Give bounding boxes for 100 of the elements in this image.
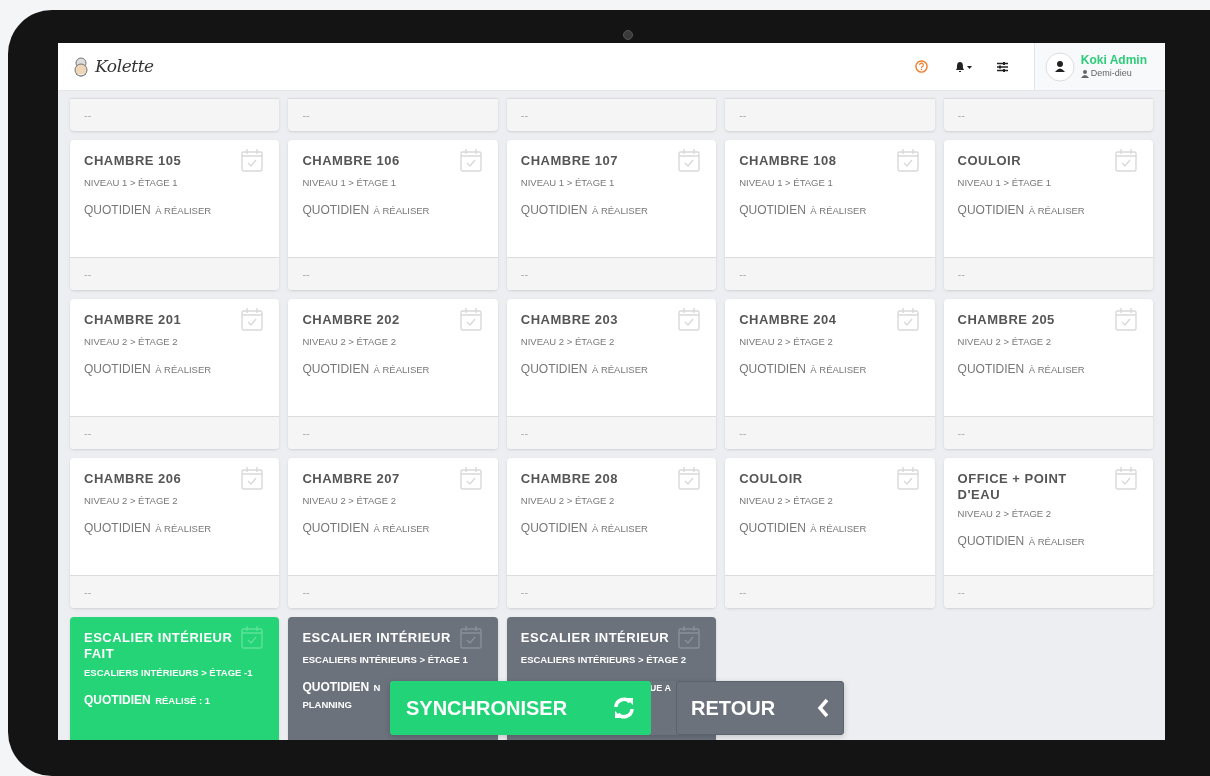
- card-location: NIVEAU 2 > ÉTAGE 2: [739, 336, 834, 348]
- card-status: QUOTIDIEN À RÉALISER: [957, 202, 1086, 218]
- card-title: CHAMBRE 207: [302, 471, 400, 487]
- room-card[interactable]: CHAMBRE 201 NIVEAU 2 > ÉTAGE 2 QUOTIDIEN À RÉALISER --: [70, 299, 280, 449]
- user-role: Demi-dieu: [1090, 68, 1132, 80]
- user-icon: [1080, 70, 1089, 78]
- card-title: CHAMBRE 108: [739, 153, 837, 169]
- calendar-check-icon: [459, 466, 482, 490]
- footer-text: --: [520, 107, 529, 123]
- card-location: NIVEAU 2 > ÉTAGE 2: [739, 495, 834, 507]
- calendar-check-icon: [896, 148, 919, 172]
- footer-text: --: [302, 425, 310, 441]
- card-status: QUOTIDIEN À RÉALISER: [302, 202, 431, 218]
- card-title: CHAMBRE 202: [302, 312, 400, 328]
- calendar-check-icon: [241, 625, 264, 649]
- bell-icon[interactable]: [954, 60, 973, 73]
- card-location: NIVEAU 1 > ÉTAGE 1: [739, 177, 834, 189]
- card-status: QUOTIDIEN À RÉALISER: [739, 361, 868, 377]
- chevron-left-icon: [817, 698, 829, 718]
- card-title: CHAMBRE 204: [739, 312, 837, 328]
- card-title: CHAMBRE 205: [957, 312, 1055, 328]
- settings-sliders-icon[interactable]: [996, 61, 1008, 72]
- footer-text: --: [84, 266, 92, 282]
- logo-text: Kolette: [95, 54, 154, 78]
- footer-text: --: [302, 584, 310, 600]
- footer-text: --: [302, 107, 310, 123]
- room-card[interactable]: CHAMBRE 208 NIVEAU 2 > ÉTAGE 2 QUOTIDIEN À RÉALISER --: [506, 458, 717, 608]
- calendar-check-icon: [1115, 148, 1137, 172]
- calendar-check-icon: [241, 307, 264, 331]
- calendar-check-icon: [459, 148, 482, 172]
- card-status: QUOTIDIEN À RÉALISER: [520, 202, 649, 218]
- footer-text: --: [520, 266, 529, 282]
- card-title: CHAMBRE 203: [520, 312, 619, 328]
- room-card[interactable]: CHAMBRE 202 NIVEAU 2 > ÉTAGE 2 QUOTIDIEN À RÉALISER --: [288, 299, 498, 449]
- card-location: NIVEAU 1 > ÉTAGE 1: [302, 177, 397, 189]
- calendar-check-icon: [896, 466, 919, 490]
- card-location: NIVEAU 2 > ÉTAGE 2: [84, 336, 179, 348]
- card-status: QUOTIDIEN À RÉALISER: [84, 361, 213, 377]
- calendar-check-icon: [1115, 307, 1137, 331]
- room-card[interactable]: CHAMBRE 105 NIVEAU 1 > ÉTAGE 1 QUOTIDIEN À RÉALISER --: [70, 140, 280, 290]
- card-status: QUOTIDIEN À RÉALISER: [84, 520, 213, 536]
- card-status: QUOTIDIEN À RÉALISER: [520, 520, 649, 536]
- card-title: COULOIR: [739, 471, 803, 487]
- card-location: NIVEAU 1 > ÉTAGE 1: [520, 177, 616, 189]
- card-title: CHAMBRE 201: [84, 312, 182, 328]
- room-card[interactable]: CHAMBRE 207 NIVEAU 2 > ÉTAGE 2 QUOTIDIEN À RÉALISER --: [288, 458, 498, 608]
- user-panel[interactable]: Koki Admin Demi-dieu: [1033, 43, 1165, 90]
- calendar-check-icon: [678, 307, 701, 331]
- calendar-check-icon: [241, 148, 264, 172]
- card-status: QUOTIDIEN À RÉALISER: [302, 361, 431, 377]
- calendar-check-icon: [459, 307, 482, 331]
- card-location: NIVEAU 1 > ÉTAGE 1: [957, 177, 1053, 189]
- user-name: Koki Admin: [1080, 53, 1147, 69]
- room-card[interactable]: CHAMBRE 205 NIVEAU 2 > ÉTAGE 2 QUOTIDIEN À RÉALISER --: [943, 299, 1153, 449]
- card-title: ESCALIER INTÉRIEUR FAIT: [84, 630, 234, 662]
- card-title: CHAMBRE 105: [84, 153, 182, 169]
- card-title: CHAMBRE 206: [84, 471, 182, 487]
- card-status: QUOTIDIEN À RÉALISER: [739, 202, 868, 218]
- calendar-check-icon: [459, 625, 482, 649]
- room-card[interactable]: CHAMBRE 203 NIVEAU 2 > ÉTAGE 2 QUOTIDIEN À RÉALISER --: [506, 299, 717, 449]
- help-icon[interactable]: [914, 60, 928, 73]
- card-status: QUOTIDIEN À RÉALISER: [957, 533, 1086, 549]
- card-location: NIVEAU 2 > ÉTAGE 2: [302, 336, 397, 348]
- calendar-check-icon: [678, 466, 701, 490]
- footer-text: --: [739, 107, 747, 123]
- card-location: ESCALIERS INTÉRIEURS > ÉTAGE -1: [84, 667, 254, 679]
- card-title: ESCALIER INTÉRIEUR: [302, 630, 451, 646]
- room-card[interactable]: CHAMBRE 204 NIVEAU 2 > ÉTAGE 2 QUOTIDIEN À RÉALISER --: [725, 299, 935, 449]
- card-location: NIVEAU 2 > ÉTAGE 2: [84, 495, 179, 507]
- card-title: ESCALIER INTÉRIEUR: [520, 630, 670, 646]
- card-location: NIVEAU 1 > ÉTAGE 1: [84, 177, 179, 189]
- card-location: NIVEAU 2 > ÉTAGE 2: [520, 336, 616, 348]
- avatar-icon: [1044, 51, 1075, 82]
- footer-text: --: [520, 584, 529, 600]
- card-title: OFFICE + POINT D'EAU: [957, 471, 1068, 503]
- room-card[interactable]: CHAMBRE 106 NIVEAU 1 > ÉTAGE 1 QUOTIDIEN À RÉALISER --: [288, 140, 498, 290]
- card-status: QUOTIDIEN N: [302, 679, 382, 695]
- footer-text: --: [84, 584, 92, 600]
- room-card[interactable]: CHAMBRE 107 NIVEAU 1 > ÉTAGE 1 QUOTIDIEN À RÉALISER --: [506, 140, 717, 290]
- card-status: QUOTIDIEN À RÉALISER: [302, 520, 431, 536]
- room-card[interactable]: OFFICE + POINT D'EAU NIVEAU 2 > ÉTAGE 2 QUOTIDIEN À RÉALISER --: [943, 458, 1153, 608]
- camera-icon: [623, 30, 633, 40]
- footer-text: --: [520, 425, 529, 441]
- room-card[interactable]: COULOIR NIVEAU 2 > ÉTAGE 2 QUOTIDIEN À RÉALISER --: [725, 458, 935, 608]
- back-button[interactable]: RETOUR: [676, 681, 844, 735]
- card-status: QUOTIDIEN RÉALISÉ : 1: [84, 692, 212, 708]
- room-card[interactable]: CHAMBRE 108 NIVEAU 1 > ÉTAGE 1 QUOTIDIEN À RÉALISER --: [725, 140, 935, 290]
- card-title: CHAMBRE 208: [520, 471, 619, 487]
- calendar-check-icon: [1115, 466, 1137, 490]
- room-card[interactable]: COULOIR NIVEAU 1 > ÉTAGE 1 QUOTIDIEN À RÉALISER --: [943, 140, 1153, 290]
- card-location: ESCALIERS INTÉRIEURS > ÉTAGE 2: [520, 654, 688, 666]
- footer-text: --: [957, 266, 965, 282]
- footer-text: --: [739, 584, 747, 600]
- room-card[interactable]: CHAMBRE 206 NIVEAU 2 > ÉTAGE 2 QUOTIDIEN À RÉALISER --: [70, 458, 280, 608]
- card-location: NIVEAU 2 > ÉTAGE 2: [957, 508, 1053, 520]
- card-location: NIVEAU 2 > ÉTAGE 2: [302, 495, 397, 507]
- footer-text: --: [84, 425, 92, 441]
- card-status: QUOTIDIEN À RÉALISER: [84, 202, 213, 218]
- card-title: CHAMBRE 107: [520, 153, 619, 169]
- footer-text: --: [957, 584, 965, 600]
